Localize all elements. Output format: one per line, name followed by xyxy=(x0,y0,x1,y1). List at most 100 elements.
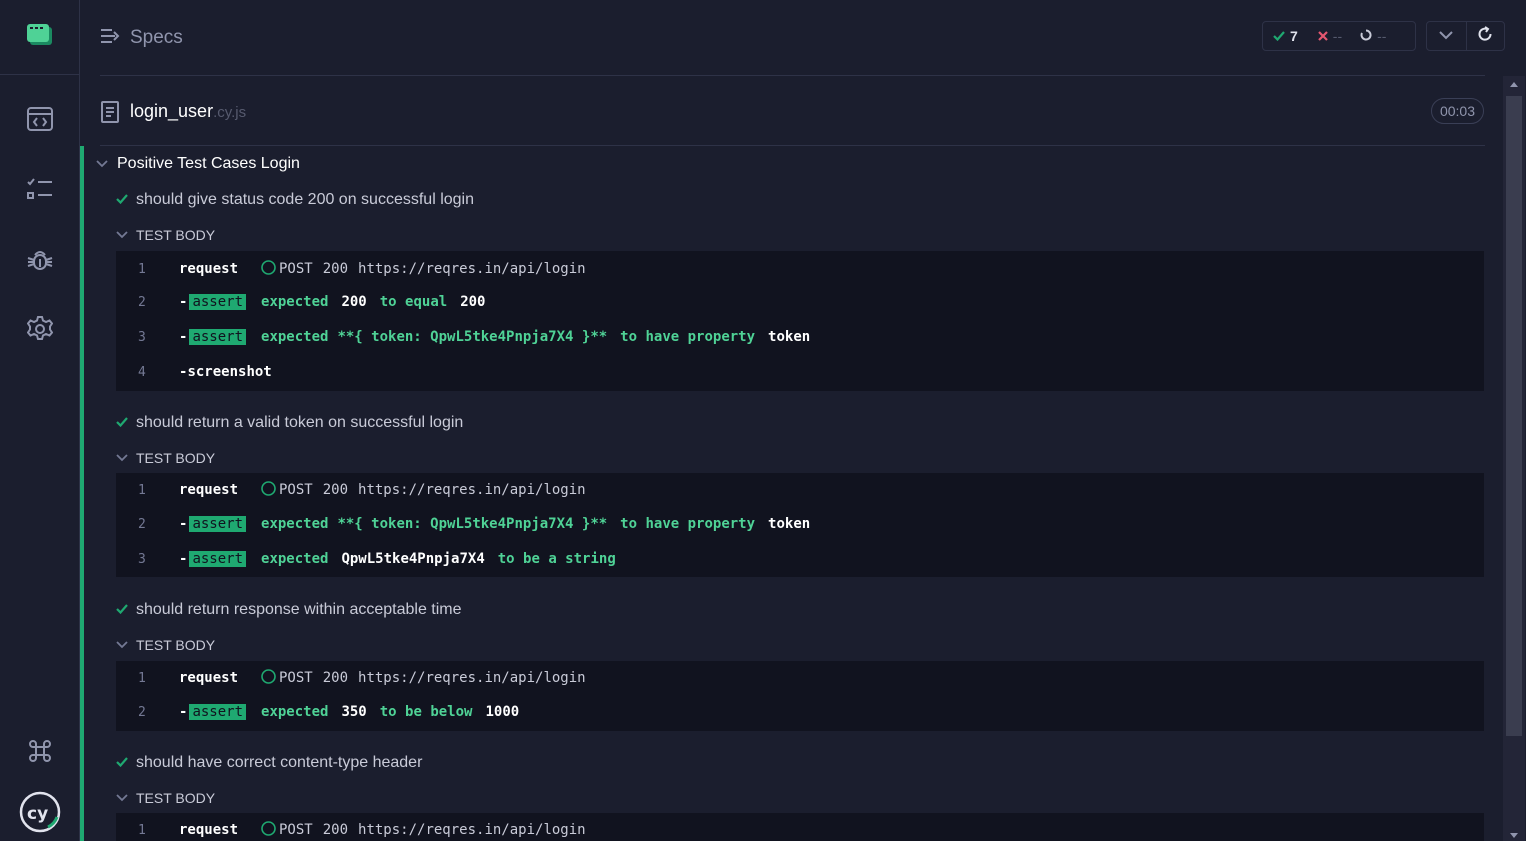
scroll-down-arrow-icon[interactable] xyxy=(1510,833,1518,838)
bug-icon xyxy=(27,247,53,278)
check-icon xyxy=(116,191,128,209)
nav-runs[interactable] xyxy=(20,171,60,211)
test-body-label: TEST BODY xyxy=(136,227,216,243)
assert-subject: **{ token: QpwL5tke4Pnpja7X4 }** xyxy=(337,329,608,345)
command-row[interactable]: 2 - assert expected 350 to be below 1000 xyxy=(116,695,1484,729)
command-row[interactable]: 3 - assert expected QpwL5tke4Pnpja7X4 to… xyxy=(116,542,1484,576)
spec-file-name[interactable]: login_user.cy.js xyxy=(130,101,246,122)
test-body-toggle[interactable]: TEST BODY xyxy=(116,788,215,808)
request-url: https://reqres.in/api/login xyxy=(358,482,586,498)
command-row[interactable]: 1 request POST 200 https://reqres.in/api… xyxy=(116,813,1484,841)
assert-badge: assert xyxy=(189,704,247,720)
command-name: request xyxy=(179,482,239,498)
command-log: 1 request POST 200 https://reqres.in/api… xyxy=(116,473,1484,577)
assert-actual: QpwL5tke4Pnpja7X4 xyxy=(341,551,485,567)
passed-stat: 7 xyxy=(1273,28,1298,44)
command-name: request xyxy=(179,670,239,686)
reporter-scrollbar[interactable] xyxy=(1503,76,1525,841)
child-command-dash: - xyxy=(179,551,188,567)
pending-icon xyxy=(1360,28,1372,44)
failed-count: -- xyxy=(1332,28,1343,44)
command-name: request xyxy=(179,822,239,838)
test-body-toggle[interactable]: TEST BODY xyxy=(116,448,215,468)
test-body-toggle[interactable]: TEST BODY xyxy=(116,225,215,245)
command-row[interactable]: 3 - assert expected **{ token: QpwL5tke4… xyxy=(116,320,1484,354)
request-info: POST 200 https://reqres.in/api/login xyxy=(261,820,586,840)
test-stats: 7 -- -- xyxy=(1262,21,1416,51)
command-number: 1 xyxy=(138,482,146,498)
command-log: 1 request POST 200 https://reqres.in/api… xyxy=(116,251,1484,391)
assert-badge: assert xyxy=(189,329,247,345)
chevron-down-icon xyxy=(116,636,128,654)
request-url: https://reqres.in/api/login xyxy=(358,822,586,838)
command-row[interactable]: 1 request POST 200 https://reqres.in/api… xyxy=(116,661,1484,695)
suite-header[interactable]: Positive Test Cases Login xyxy=(96,153,300,175)
request-info: POST 200 https://reqres.in/api/login xyxy=(261,480,586,500)
request-status: 200 xyxy=(322,822,349,838)
assert-expected-value: 200 xyxy=(460,294,486,310)
circle-icon xyxy=(261,668,276,688)
child-command-dash: - xyxy=(179,364,188,380)
run-duration: 00:03 xyxy=(1431,98,1484,124)
test-body-label: TEST BODY xyxy=(136,790,216,806)
child-command-dash: - xyxy=(179,516,188,532)
request-status: 200 xyxy=(322,670,349,686)
command-number: 3 xyxy=(138,329,146,345)
scroll-up-arrow-icon[interactable] xyxy=(1510,82,1518,87)
command-number: 1 xyxy=(138,670,146,686)
request-status: 200 xyxy=(322,261,349,277)
gear-icon xyxy=(26,315,54,347)
test-title-row[interactable]: should return a valid token on successfu… xyxy=(116,412,463,434)
collapse-all-button[interactable] xyxy=(1427,22,1466,50)
assert-actual: 200 xyxy=(341,294,367,310)
child-command-dash: - xyxy=(179,704,188,720)
command-row[interactable]: 2 - assert expected 200 to equal 200 xyxy=(116,285,1484,319)
test-title-row[interactable]: should give status code 200 on successfu… xyxy=(116,189,474,211)
reporter-header: Specs 7 -- -- xyxy=(100,0,1505,76)
keyboard-shortcuts-button[interactable] xyxy=(20,733,60,773)
document-icon xyxy=(100,101,120,128)
child-command-dash: - xyxy=(179,294,188,310)
test-title: should return response within acceptable… xyxy=(136,601,462,618)
test-title-row[interactable]: should have correct content-type header xyxy=(116,752,422,774)
request-method: POST xyxy=(279,822,313,838)
project-logo[interactable] xyxy=(0,0,79,75)
cypress-logo[interactable]: cy xyxy=(18,791,62,838)
scroll-thumb[interactable] xyxy=(1506,96,1522,736)
command-row[interactable]: 1 request POST 200 https://reqres.in/api… xyxy=(116,252,1484,286)
svg-text:cy: cy xyxy=(27,804,48,824)
pending-stat: -- xyxy=(1360,28,1386,44)
nav-specs[interactable] xyxy=(20,101,60,141)
specs-list-toggle[interactable]: Specs xyxy=(100,26,183,50)
nav-debug[interactable] xyxy=(20,242,60,282)
toggle-specs-icon xyxy=(100,28,120,49)
chevron-down-icon xyxy=(96,155,108,173)
test-body-label: TEST BODY xyxy=(136,637,216,653)
command-row[interactable]: 4 - screenshot xyxy=(116,355,1484,389)
x-icon xyxy=(1318,28,1328,44)
check-icon xyxy=(116,754,128,772)
rerun-button[interactable] xyxy=(1465,22,1505,50)
check-icon xyxy=(1273,28,1285,44)
command-number: 2 xyxy=(138,516,146,532)
assert-expected-value: token xyxy=(768,516,811,532)
request-url: https://reqres.in/api/login xyxy=(358,261,586,277)
command-row[interactable]: 2 - assert expected **{ token: QpwL5tke4… xyxy=(116,507,1484,541)
assert-matcher: to have property xyxy=(620,329,756,345)
nav-settings[interactable] xyxy=(20,311,60,351)
test-title-row[interactable]: should return response within acceptable… xyxy=(116,599,462,621)
passed-count: 7 xyxy=(1290,28,1298,44)
command-row[interactable]: 1 request POST 200 https://reqres.in/api… xyxy=(116,473,1484,507)
suite-title: Positive Test Cases Login xyxy=(117,155,300,172)
assert-matcher: to equal xyxy=(379,294,448,310)
specs-label: Specs xyxy=(130,27,183,48)
spec-file-header: login_user.cy.js 00:03 xyxy=(100,90,1485,146)
request-status: 200 xyxy=(322,482,349,498)
suite-status-bar xyxy=(80,146,84,841)
assert-expected: expected xyxy=(261,329,329,345)
command-number: 1 xyxy=(138,822,146,838)
cypress-logo-icon: cy xyxy=(19,791,61,838)
test-body-toggle[interactable]: TEST BODY xyxy=(116,635,215,655)
pending-count: -- xyxy=(1377,28,1387,44)
assert-matcher: to be below xyxy=(379,704,473,720)
